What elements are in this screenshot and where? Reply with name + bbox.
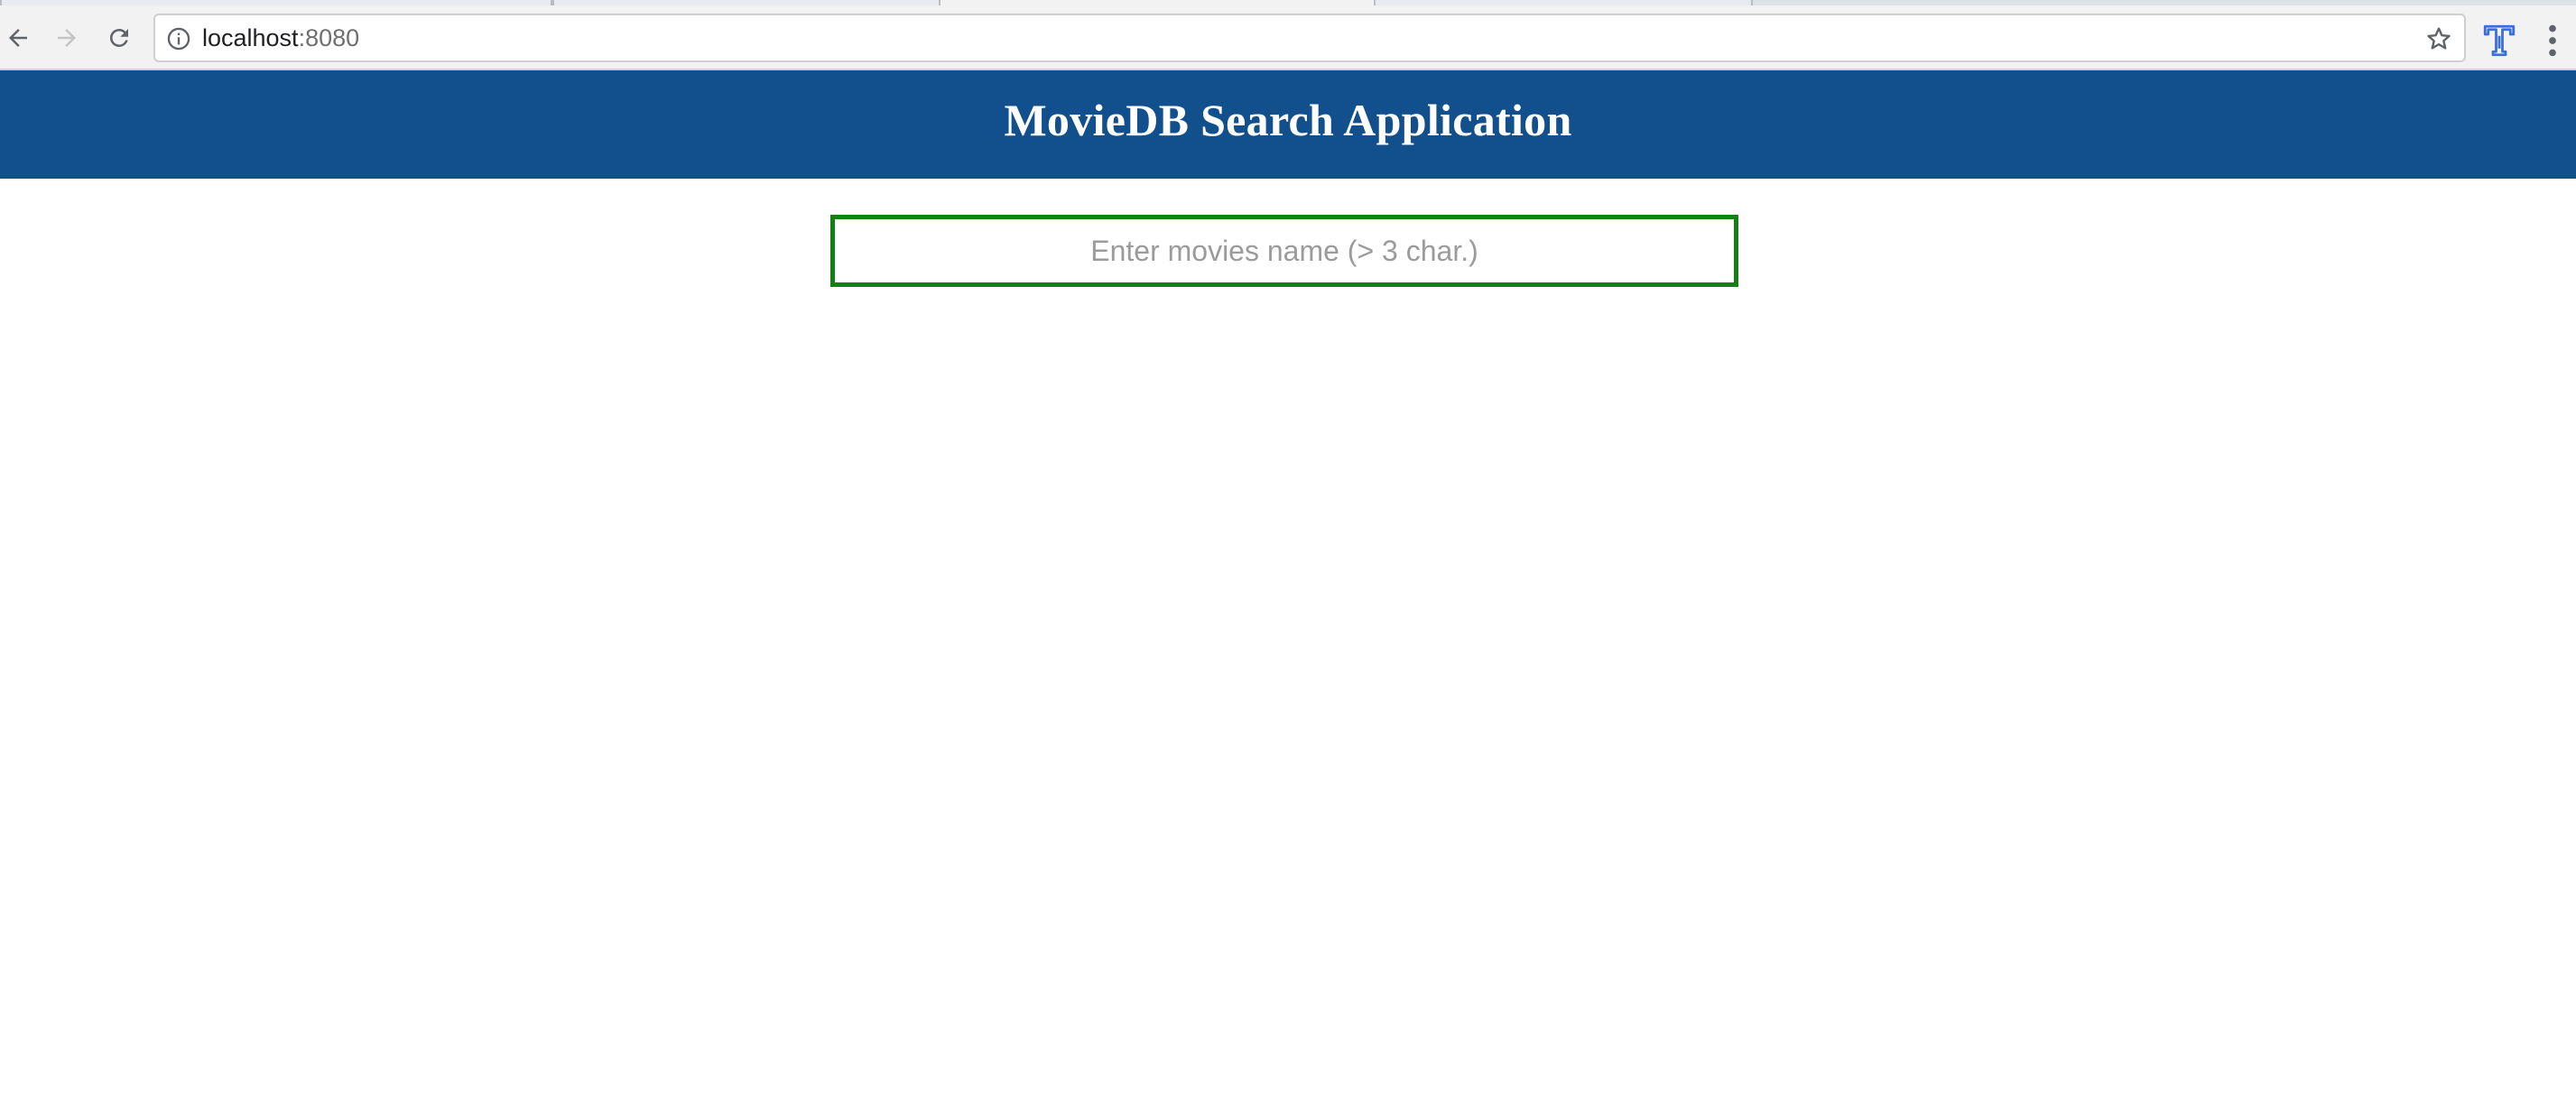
kebab-menu-icon[interactable] — [2534, 20, 2571, 61]
url-host: localhost — [202, 24, 299, 51]
reload-icon — [110, 29, 128, 47]
page-title: MovieDB Search Application — [1004, 95, 1572, 145]
extension-icon[interactable] — [2480, 22, 2518, 60]
back-arrow-icon — [9, 29, 27, 47]
back-button[interactable] — [0, 16, 40, 60]
url-text[interactable]: localhost:8080 — [202, 15, 359, 60]
movie-search-input[interactable] — [830, 215, 1738, 287]
star-icon[interactable] — [2424, 24, 2453, 53]
url-port: :8080 — [298, 24, 360, 51]
info-icon[interactable] — [166, 26, 191, 51]
reload-button[interactable] — [97, 16, 141, 60]
browser-toolbar: localhost:8080 — [0, 5, 2576, 70]
app-header: MovieDB Search Application — [0, 70, 2576, 179]
address-bar[interactable]: localhost:8080 — [153, 14, 2466, 62]
forward-button[interactable] — [45, 16, 88, 60]
forward-arrow-icon — [58, 29, 76, 47]
